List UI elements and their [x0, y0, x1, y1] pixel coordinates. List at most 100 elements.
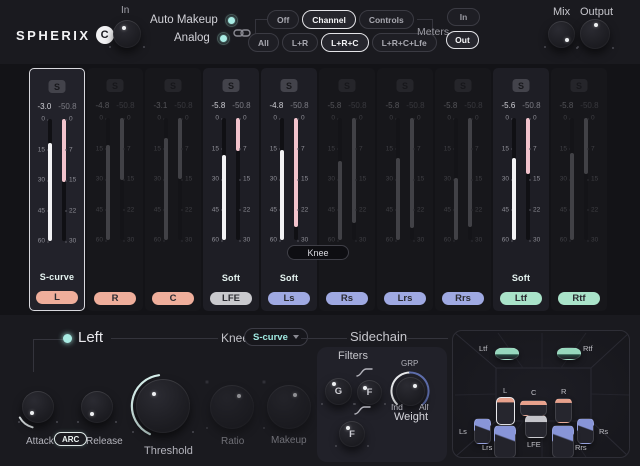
meter-readouts: -4.8-50.8	[261, 101, 317, 110]
speaker-lrs[interactable]	[494, 425, 516, 458]
channel-label-pill[interactable]: R	[94, 292, 136, 305]
speaker-l[interactable]	[496, 397, 515, 425]
channel-label-pill[interactable]: Ls	[268, 292, 310, 305]
scale-tick: 30	[533, 237, 540, 244]
scale-tick: 15	[560, 145, 567, 152]
meter-readouts: -5.8-50.8	[551, 101, 607, 110]
channel-strip-rrs[interactable]: S-5.8-50.801530456007152230Rrs	[435, 68, 491, 311]
solo-button[interactable]: S	[165, 79, 182, 92]
makeup-knob[interactable]	[267, 385, 311, 429]
scale-tick: 15	[243, 176, 250, 183]
mix-knob[interactable]	[548, 21, 575, 48]
channel-strip-lrs[interactable]: S-5.8-50.801530456007152230Lrs	[377, 68, 433, 311]
mix-knob-label: Mix	[553, 6, 570, 18]
scale-tick: 0	[243, 115, 247, 122]
speaker-rs[interactable]	[577, 418, 594, 444]
analog-toggle[interactable]: Analog	[174, 31, 230, 45]
solo-button[interactable]: S	[223, 79, 240, 92]
input-meter-track	[454, 118, 458, 240]
solo-button[interactable]: S	[339, 79, 356, 92]
makeup-label: Makeup	[271, 435, 307, 446]
knee-select[interactable]: S-curve	[244, 328, 308, 346]
channel-strip-l[interactable]: S-3.0-50.801530456007152230S-curveL	[29, 68, 85, 311]
speaker-ls[interactable]	[474, 418, 491, 444]
sidechain-freq-knob-1[interactable]: F	[357, 380, 382, 405]
threshold-knob[interactable]	[136, 379, 190, 433]
scale-tick: 15	[444, 145, 451, 152]
auto-makeup-toggle[interactable]: Auto Makeup	[150, 13, 238, 27]
ratio-knob[interactable]	[210, 385, 254, 429]
link-mode-button-channel[interactable]: Channel	[302, 10, 356, 29]
channel-label-pill[interactable]: Rs	[326, 292, 368, 305]
link-mode-button-all[interactable]: All	[248, 33, 279, 52]
speaker-ltf[interactable]	[495, 347, 519, 360]
scale-tick: 15	[591, 176, 598, 183]
channel-strip-r[interactable]: S-4.8-50.801530456007152230R	[87, 68, 143, 311]
scale-tick: 45	[444, 206, 451, 213]
speaker-rtf[interactable]	[557, 347, 581, 360]
channel-strip-rtf[interactable]: S-5.8-50.801530456007152230Rtf	[551, 68, 607, 311]
scale-tick: 0	[301, 115, 305, 122]
meter-readouts: -5.8-50.8	[203, 101, 259, 110]
channel-label-pill[interactable]: LFE	[210, 292, 252, 305]
channel-strip-ltf[interactable]: S-5.6-50.801530456007152230SoftLtf	[493, 68, 549, 311]
meter-readouts: -3.1-50.8	[145, 101, 201, 110]
level-meter: 01530456007152230	[92, 118, 138, 240]
speaker-lfe[interactable]	[525, 415, 547, 438]
channel-label-pill[interactable]: C	[152, 292, 194, 305]
input-meter-bar	[48, 143, 52, 241]
scale-tick: 15	[38, 146, 45, 153]
gain-reduction-value: -50.8	[116, 101, 134, 110]
solo-button[interactable]: S	[513, 79, 530, 92]
solo-button[interactable]: S	[571, 79, 588, 92]
knee-overlay-button[interactable]: Knee	[287, 245, 349, 260]
solo-button[interactable]: S	[107, 79, 124, 92]
solo-button[interactable]: S	[281, 79, 298, 92]
speaker-c[interactable]	[520, 400, 547, 416]
channel-strip-lfe[interactable]: S-5.8-50.801530456007152230SoftLFE	[203, 68, 259, 311]
knob-letter: F	[367, 387, 373, 398]
channel-strip-c[interactable]: S-3.1-50.801530456007152230C	[145, 68, 201, 311]
meters-in-button[interactable]: In	[447, 8, 480, 26]
input-gain-knob[interactable]	[113, 20, 141, 48]
link-mode-button-controls[interactable]: Controls	[359, 10, 414, 29]
meters-out-button[interactable]: Out	[446, 31, 479, 49]
gr-meter-bar	[526, 118, 530, 174]
channel-label-pill[interactable]: Lrs	[384, 292, 426, 305]
meter-scale-left: 015304560	[556, 118, 567, 240]
curve-tag: Soft	[203, 273, 259, 283]
scale-tick: 30	[96, 176, 103, 183]
release-knob[interactable]	[81, 391, 113, 423]
channel-label-pill[interactable]: Rrs	[442, 292, 484, 305]
speaker-r[interactable]	[555, 398, 572, 423]
sidechain-gain-knob[interactable]: G	[325, 378, 352, 405]
sidechain-freq-knob-2[interactable]: F	[339, 421, 365, 447]
link-mode-button-l-r[interactable]: L+R	[282, 33, 318, 52]
scale-tick: 0	[273, 115, 277, 122]
channel-strip-rs[interactable]: S-5.8-50.801530456007152230Rs	[319, 68, 375, 311]
channel-active-dot	[63, 334, 72, 343]
scale-tick: 60	[96, 237, 103, 244]
meter-readouts: -5.8-50.8	[319, 101, 375, 110]
channel-label-pill[interactable]: L	[36, 291, 78, 304]
channel-strip-ls[interactable]: S-4.8-50.801530456007152230SoftLs	[261, 68, 317, 311]
output-knob[interactable]	[580, 19, 610, 49]
knob-indicator	[152, 392, 156, 396]
channel-label-pill[interactable]: Rtf	[558, 292, 600, 305]
scale-tick: 15	[328, 145, 335, 152]
link-mode-button-l-r-c[interactable]: L+R+C	[321, 33, 368, 52]
weight-group-label: GRP	[401, 359, 418, 368]
solo-button[interactable]: S	[49, 80, 66, 93]
scale-tick: 15	[212, 145, 219, 152]
arc-button[interactable]: ARC	[54, 432, 87, 446]
channel-label-pill[interactable]: Ltf	[500, 292, 542, 305]
solo-button[interactable]: S	[455, 79, 472, 92]
solo-button[interactable]: S	[397, 79, 414, 92]
scale-tick: 22	[591, 206, 598, 213]
scale-tick: 7	[69, 146, 73, 153]
attack-knob[interactable]	[22, 391, 54, 423]
attack-label: Attack	[26, 436, 54, 447]
speaker-rrs[interactable]	[552, 425, 574, 458]
link-mode-button-off[interactable]: Off	[267, 10, 299, 29]
filters-label: Filters	[338, 350, 368, 362]
